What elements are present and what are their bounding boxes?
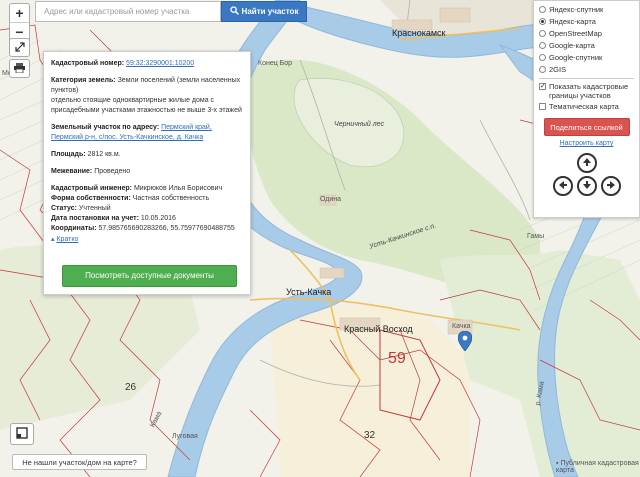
registered-date-label: Дата постановки на учет: — [51, 215, 139, 222]
layer-option-label: Яндекс-спутник — [549, 4, 604, 14]
caret-up-icon: ▴ — [51, 236, 55, 243]
search-button[interactable]: Найти участок — [221, 1, 307, 22]
zoom-in-button[interactable]: + — [10, 4, 29, 23]
map-label-kachka: Качка — [452, 323, 471, 330]
attribution-icon: ▪ — [556, 460, 559, 467]
map-label-ust-kachka: Усть-Качка — [286, 287, 332, 297]
cadastral-number-label: Кадастровый номер: — [51, 60, 125, 67]
pan-right-button[interactable] — [600, 176, 621, 196]
parcel-info-card: Кадастровый номер: 59:32:3290001:10200 К… — [43, 51, 251, 295]
show-cadastral-label: Показать кадастровые границы участков — [549, 82, 629, 100]
search-button-label: Найти участок — [241, 7, 299, 16]
coordinates-value: 57.985765690283266, 55.75977690488755 — [98, 225, 235, 232]
ownership-label: Форма собственности: — [51, 195, 131, 202]
map-label-odina: Одина — [320, 196, 342, 203]
radio-button[interactable] — [539, 53, 546, 61]
checkbox-checked[interactable]: ✓ — [539, 83, 546, 90]
search-input[interactable]: Адрес или кадастровый номер участка — [35, 1, 221, 22]
area-label: Площадь: — [51, 151, 86, 158]
map-source-label: ▪ Публичная кадастровая карта — [556, 460, 640, 474]
radio-button[interactable] — [539, 65, 546, 73]
ownership-value: Частная собственность — [132, 195, 210, 202]
layer-option-label: 2GIS — [549, 64, 567, 74]
registered-date-value: 10.05.2016 — [140, 215, 176, 222]
arrow-up-icon — [582, 157, 592, 169]
radio-button-selected[interactable] — [539, 17, 546, 25]
layers-toggle-button[interactable] — [10, 423, 34, 445]
engineer-label: Кадастровый инженер: — [51, 185, 133, 192]
pan-down-button[interactable] — [576, 176, 597, 196]
land-usage-text: отдельно стоящие одноквартирные жилые до… — [51, 97, 242, 114]
show-cadastral-toggle[interactable]: ✓ Показать кадастровые границы участков — [539, 82, 634, 100]
brief-toggle-link[interactable]: ▴ Кратко — [51, 235, 243, 245]
fullscreen-button[interactable] — [9, 38, 30, 57]
share-link-button[interactable]: Поделиться ссылкой — [543, 118, 630, 136]
layer-option-label: OpenStreetMap — [549, 28, 602, 38]
arrow-down-icon — [582, 180, 592, 192]
layer-option-osm[interactable]: OpenStreetMap — [539, 27, 634, 39]
status-label: Статус: — [51, 205, 77, 212]
map-label-32: 32 — [364, 430, 376, 441]
pan-control — [552, 153, 622, 209]
thematic-map-label: Тематическая карта — [549, 102, 619, 111]
arrow-left-icon — [558, 180, 568, 192]
square-icon — [16, 427, 28, 441]
zoom-control: + − — [9, 3, 30, 43]
thematic-map-toggle[interactable]: Тематическая карта — [539, 102, 634, 111]
map-label-26: 26 — [125, 382, 137, 393]
arrow-right-icon — [606, 180, 616, 192]
search-icon — [229, 6, 239, 17]
layer-option-yandex-map[interactable]: Яндекс-карта — [539, 15, 634, 27]
layer-option-2gis[interactable]: 2GIS — [539, 63, 634, 75]
address-label: Земельный участок по адресу: — [51, 124, 160, 131]
survey-label: Межевание: — [51, 168, 93, 175]
status-value: Учтенный — [78, 205, 111, 212]
map-label-lugovaya: Луговая — [172, 433, 198, 440]
cadastral-number-link[interactable]: 59:32:3290001:10200 — [126, 60, 194, 67]
brief-toggle-label: Кратко — [56, 236, 79, 243]
map-label-konets-bor: Конец Бор — [258, 60, 293, 67]
layer-option-label: Google-спутник — [549, 52, 603, 62]
expand-icon — [14, 41, 25, 54]
layer-option-label: Яндекс-карта — [549, 16, 596, 26]
land-category-label: Категория земель: — [51, 77, 116, 84]
area-value: 2812 кв.м. — [87, 151, 121, 158]
survey-value: Проведено — [94, 168, 131, 175]
map-source-text: Публичная кадастровая карта — [556, 460, 639, 474]
map-label-region-59: 59 — [388, 350, 406, 367]
pan-left-button[interactable] — [552, 176, 573, 196]
map-label-krasnokamsk: Краснокамск — [392, 28, 446, 38]
coordinates-label: Координаты: — [51, 225, 97, 232]
layer-option-yandex-satellite[interactable]: Яндекс-спутник — [539, 3, 634, 15]
radio-button[interactable] — [539, 29, 546, 37]
configure-map-link[interactable]: Настроить карту — [539, 140, 634, 147]
location-marker-icon[interactable] — [458, 331, 472, 351]
pan-up-button[interactable] — [576, 153, 597, 173]
radio-button[interactable] — [539, 41, 546, 49]
print-button[interactable] — [9, 59, 30, 78]
layer-option-google-map[interactable]: Google-карта — [539, 39, 634, 51]
radio-button[interactable] — [539, 5, 546, 13]
panel-divider — [539, 78, 634, 79]
map-label-krasny-voskhod: Красный Восход — [344, 324, 413, 334]
view-documents-button[interactable]: Посмотреть доступные документы — [62, 265, 237, 287]
checkbox[interactable] — [539, 103, 546, 110]
layer-option-google-satellite[interactable]: Google-спутник — [539, 51, 634, 63]
map-label-gamy: Гамы — [527, 233, 545, 240]
layer-panel: Яндекс-спутник Яндекс-карта OpenStreetMa… — [533, 0, 640, 218]
not-found-button[interactable]: Не нашли участок/дом на карте? — [12, 454, 147, 470]
printer-icon — [14, 62, 25, 75]
engineer-value: Микрюков Илья Борисович — [133, 185, 223, 192]
layer-option-label: Google-карта — [549, 40, 595, 50]
map-label-chernichny-les: Черничный лес — [334, 121, 384, 128]
